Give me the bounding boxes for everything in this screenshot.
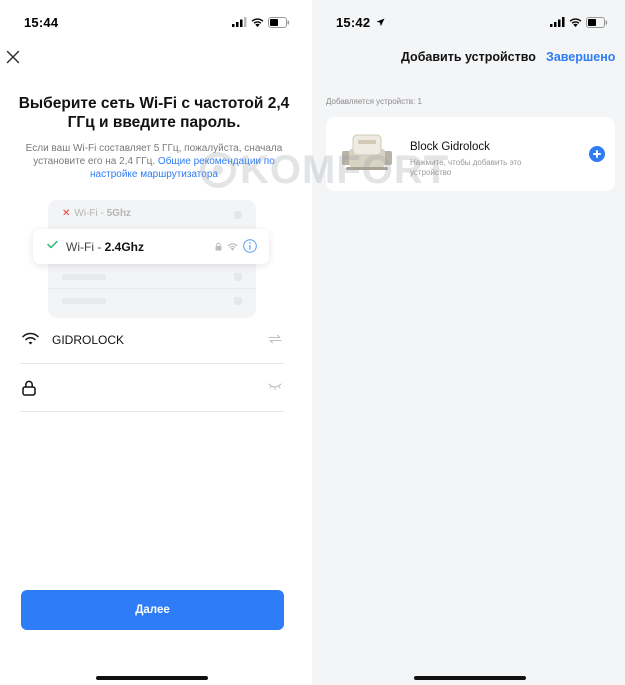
page-subtitle: Если ваш Wi-Fi составляет 5 ГГц, пожалуй… (24, 142, 284, 181)
placeholder-square (234, 211, 242, 219)
placeholder-bar (62, 274, 106, 280)
status-bar: 15:44 (0, 0, 306, 40)
lock-icon (22, 380, 36, 396)
battery-icon (586, 16, 608, 28)
network-2-4ghz-label: Wi-Fi - 2.4Ghz (66, 240, 144, 254)
close-button[interactable] (6, 50, 22, 66)
cellular-signal-icon (550, 17, 565, 27)
location-arrow-icon (376, 18, 385, 27)
device-card[interactable]: Block Gidrolock Нажмите, чтобы добавить … (326, 117, 615, 191)
status-time-text: 15:42 (336, 15, 371, 30)
network-5ghz-band: 5Ghz (106, 208, 132, 219)
device-hint: Нажмите, чтобы добавить это устройство (410, 158, 522, 177)
nav-title: Добавить устройство (401, 50, 536, 64)
wifi-setup-screen: 15:44 Выберите сеть Wi-Fi с частотой 2,4… (0, 0, 306, 685)
add-device-screen: 15:42 Добавить устройство Завершено Доба… (312, 0, 625, 685)
device-name: Block Gidrolock (410, 141, 490, 153)
placeholder-square (234, 297, 242, 305)
network-icons (215, 239, 257, 253)
network-2-4ghz: Wi-Fi - 2.4Ghz (33, 229, 269, 264)
status-bar: 15:42 (312, 0, 625, 40)
done-button[interactable]: Завершено (546, 50, 615, 64)
network-5ghz: ✕ Wi-Fi - 5Ghz (62, 208, 131, 219)
next-button[interactable]: Далее (21, 590, 284, 630)
wifi-status-icon (251, 18, 264, 27)
status-time: 15:44 (24, 15, 59, 30)
home-indicator (96, 676, 208, 680)
home-indicator (414, 676, 526, 680)
ssid-value: GIDROLOCK (52, 333, 125, 347)
check-icon (47, 240, 58, 249)
page-title: Выберите сеть Wi-Fi с частотой 2,4 ГГц и… (18, 95, 290, 131)
cellular-signal-icon (232, 17, 247, 27)
info-icon (243, 239, 257, 253)
cross-icon: ✕ (62, 208, 71, 219)
divider (48, 288, 256, 289)
network-5ghz-prefix: Wi-Fi - (74, 208, 107, 219)
lock-icon (215, 242, 222, 250)
status-icons (550, 16, 608, 28)
network-2-4ghz-band: 2.4Ghz (104, 240, 145, 254)
placeholder-square (234, 273, 242, 281)
eye-closed-icon[interactable] (268, 382, 282, 390)
status-time: 15:42 (336, 15, 385, 30)
password-field[interactable] (20, 366, 284, 412)
devices-count-label: Добавляется устройств: 1 (326, 97, 422, 106)
status-icons (232, 16, 290, 28)
ssid-field[interactable]: GIDROLOCK (20, 318, 284, 364)
switch-network-icon[interactable] (268, 334, 282, 344)
placeholder-bar (62, 298, 106, 304)
wifi-signal-icon (227, 242, 238, 251)
battery-icon (268, 16, 290, 28)
valve-device-image (340, 129, 394, 179)
close-icon (6, 50, 20, 64)
add-device-button[interactable] (589, 146, 605, 162)
network-2-4ghz-prefix: Wi-Fi - (66, 240, 105, 254)
wifi-icon (22, 332, 39, 345)
wifi-status-icon (569, 18, 582, 27)
